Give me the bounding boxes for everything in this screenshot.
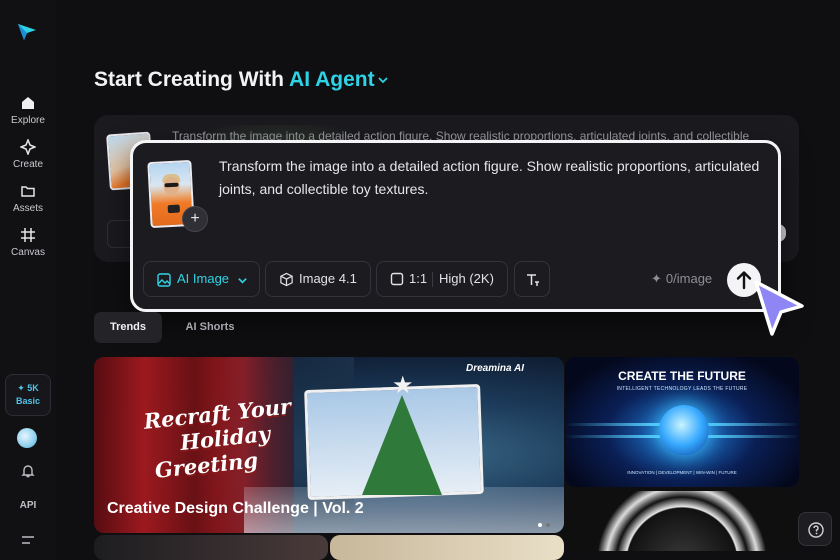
prompt-composer: + Transform the image into a detailed ac… [130, 140, 781, 312]
credits-badge[interactable]: ✦ 5K Basic [5, 374, 51, 416]
square-ratio-icon [390, 272, 404, 286]
folder-icon [21, 186, 35, 197]
title-prefix: Start Creating With [94, 68, 284, 91]
add-reference-button[interactable]: + [182, 206, 208, 232]
sidebar-item-assets[interactable]: Assets [0, 183, 56, 214]
mode-label: AI Image [177, 271, 230, 286]
chevron-down-icon [238, 278, 247, 284]
holiday-headline: Recraft Your Holiday Greeting [142, 393, 297, 483]
credits-value: ✦ 5K [17, 383, 39, 393]
featured-card-holiday[interactable]: ★ Dreamina AI Recraft Your Holiday Greet… [94, 357, 564, 533]
text-style-button[interactable] [514, 261, 550, 297]
api-link[interactable]: API [0, 500, 56, 511]
sidebar-item-explore[interactable]: Explore [0, 95, 56, 126]
carousel-dot-active[interactable] [538, 523, 542, 527]
sidebar-item-label: Canvas [11, 247, 45, 258]
model-label: Image 4.1 [299, 271, 357, 286]
text-icon [527, 274, 539, 286]
image-icon [157, 273, 171, 287]
mode-selector[interactable]: AI Image [143, 261, 260, 297]
question-icon [808, 522, 824, 538]
credit-sparkle-icon: ✦ [651, 271, 662, 286]
globe-graphic [659, 405, 709, 455]
tab-trends[interactable]: Trends [94, 312, 162, 343]
agent-selector[interactable]: AI Agent [289, 68, 389, 91]
cube-icon [280, 272, 293, 287]
pointer-cursor-icon [754, 280, 804, 336]
model-selector[interactable]: Image 4.1 [265, 261, 371, 297]
quality-label: High (2K) [439, 271, 494, 286]
menu-icon[interactable] [21, 534, 35, 546]
featured-card-bottom-1[interactable] [94, 535, 328, 560]
sidebar-item-label: Explore [11, 115, 45, 126]
carousel-dot[interactable] [546, 523, 550, 527]
divider [432, 272, 433, 287]
tab-ai-shorts[interactable]: AI Shorts [176, 312, 244, 343]
featured-card-dragon[interactable] [565, 491, 799, 551]
sidebar: Explore Create Assets Canvas ✦ 5K Basic … [0, 0, 56, 560]
agent-selector-label: AI Agent [289, 68, 375, 91]
sidebar-item-canvas[interactable]: Canvas [0, 227, 56, 258]
sidebar-item-label: Assets [12, 203, 43, 214]
prompt-input[interactable]: Transform the image into a detailed acti… [219, 155, 764, 201]
cost-label: 0/image [665, 271, 713, 286]
help-button[interactable] [798, 512, 832, 546]
future-card-title: CREATE THE FUTURE [618, 369, 746, 383]
card-caption: Creative Design Challenge | Vol. 2 [107, 500, 364, 517]
home-icon [22, 97, 34, 109]
featured-card-future[interactable]: CREATE THE FUTURE INTELLIGENT TECHNOLOGY… [565, 357, 799, 487]
cost-indicator: ✦ 0/image [651, 271, 712, 287]
future-card-footer: INNOVATION | DEVELOPMENT | WIN-WIN | FUT… [627, 470, 737, 475]
sparkle-icon [20, 139, 36, 155]
sidebar-item-label: Create [12, 159, 43, 170]
ratio-quality-selector[interactable]: 1:1 High (2K) [376, 261, 508, 297]
carousel-dots[interactable] [534, 514, 550, 532]
star-icon: ★ [392, 372, 414, 399]
ratio-label: 1:1 [409, 271, 428, 286]
canvas-icon [21, 228, 35, 242]
plan-label: Basic [15, 396, 41, 406]
page-title: Start Creating With AI Agent [94, 68, 389, 92]
app-logo-icon[interactable] [16, 20, 38, 42]
bell-icon[interactable] [20, 463, 36, 479]
featured-card-bottom-2[interactable] [330, 535, 564, 560]
brand-watermark: Dreamina AI [466, 363, 524, 374]
future-card-subtitle: INTELLIGENT TECHNOLOGY LEADS THE FUTURE [616, 386, 748, 392]
sidebar-item-create[interactable]: Create [0, 139, 56, 170]
avatar[interactable] [17, 428, 37, 448]
christmas-tree [362, 395, 442, 495]
chevron-down-icon [377, 77, 388, 84]
